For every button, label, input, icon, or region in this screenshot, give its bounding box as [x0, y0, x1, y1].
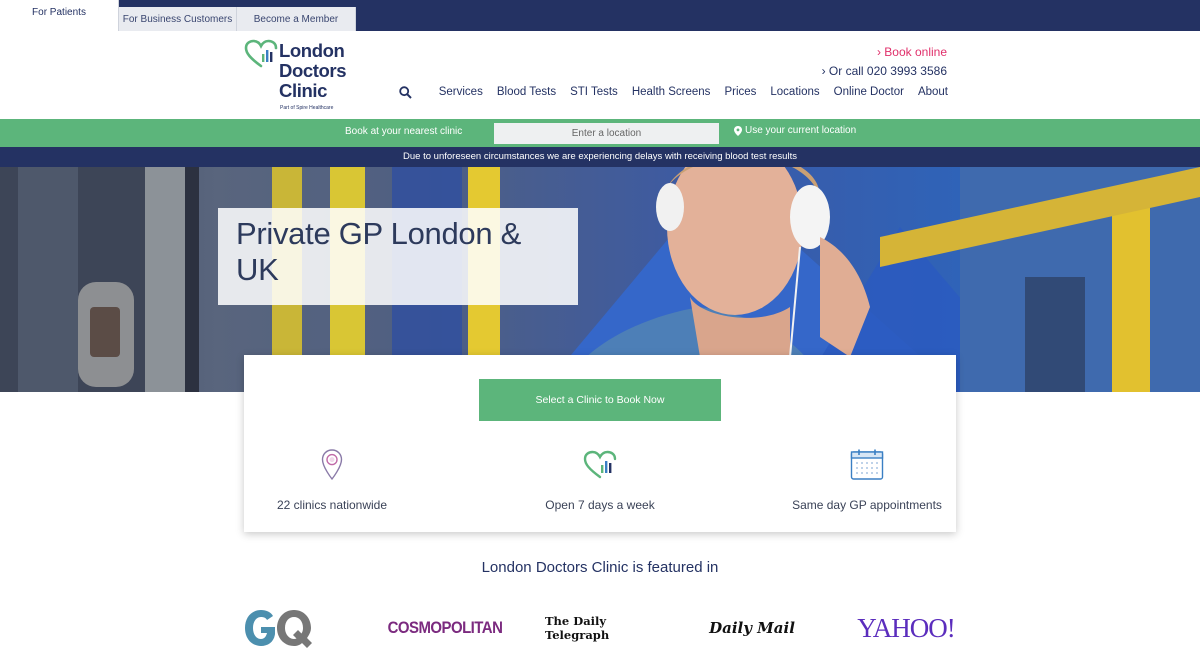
feature-open-days: Open 7 days a week — [480, 447, 720, 512]
logo-line-1: London — [279, 40, 345, 61]
page-title: Private GP London & UK — [236, 216, 521, 287]
feature-clinics: 22 clinics nationwide — [212, 447, 452, 512]
site-header: London Doctors Clinic Part of Spire Heal… — [0, 31, 1200, 119]
press-logo-cosmopolitan: COSMOPOLITAN — [387, 618, 503, 637]
location-input[interactable] — [494, 123, 719, 144]
nav-prices[interactable]: Prices — [724, 86, 756, 98]
location-pin-icon — [734, 125, 742, 136]
feature-same-day: Same day GP appointments — [747, 447, 987, 512]
book-online-link[interactable]: › Book online — [822, 45, 947, 64]
press-logo-daily-mail: Daily Mail — [709, 619, 795, 637]
nav-health-screens[interactable]: Health Screens — [632, 86, 711, 98]
use-current-location-link[interactable]: Use your current location — [734, 125, 856, 136]
logo-line-2: Doctors — [279, 60, 347, 81]
logo-line-3: Clinic — [279, 80, 327, 101]
book-online-label: Book online — [884, 45, 947, 59]
logo-heart-icon — [244, 39, 278, 68]
heart-chart-icon — [480, 447, 720, 483]
use-current-location-label: Use your current location — [745, 125, 857, 136]
logo-wordmark: London Doctors Clinic — [279, 40, 347, 101]
nav-sti-tests[interactable]: STI Tests — [570, 86, 618, 98]
booking-card: Select a Clinic to Book Now 22 clinics n… — [244, 355, 956, 532]
feature-open-days-label: Open 7 days a week — [545, 498, 655, 512]
location-bar-label: Book at your nearest clinic — [345, 126, 463, 137]
header-contact-links: › Book online › Or call 020 3993 3586 — [822, 45, 947, 78]
audience-tabs-bar: For Patients For Business Customers Beco… — [0, 0, 1200, 31]
nav-services[interactable]: Services — [439, 86, 483, 98]
map-pin-icon — [212, 447, 452, 483]
site-logo[interactable]: London Doctors Clinic Part of Spire Heal… — [244, 39, 364, 117]
location-search-bar: Book at your nearest clinic Use your cur… — [0, 119, 1200, 147]
gq-logo-icon — [245, 610, 312, 648]
search-icon[interactable] — [399, 85, 413, 99]
hero-title-box: Private GP London & UK — [218, 208, 578, 305]
call-label: Or call 020 3993 3586 — [828, 64, 947, 78]
feature-same-day-label: Same day GP appointments — [792, 498, 942, 512]
delay-notice: Due to unforeseen circumstances we are e… — [0, 147, 1200, 167]
tab-for-business-customers[interactable]: For Business Customers — [119, 7, 237, 31]
feature-clinics-label: 22 clinics nationwide — [276, 498, 388, 512]
tab-for-patients[interactable]: For Patients — [0, 0, 119, 31]
featured-in-heading: London Doctors Clinic is featured in — [481, 559, 719, 576]
select-clinic-button[interactable]: Select a Clinic to Book Now — [479, 379, 721, 421]
tab-become-a-member[interactable]: Become a Member — [237, 7, 356, 31]
logo-subtitle: Part of Spire Healthcare — [280, 105, 334, 111]
nav-blood-tests[interactable]: Blood Tests — [497, 86, 556, 98]
calendar-icon — [747, 447, 987, 483]
press-logo-telegraph: The Daily Telegraph — [545, 614, 610, 642]
press-logo-yahoo: YAHOO! — [857, 612, 956, 643]
nav-about[interactable]: About — [918, 86, 948, 98]
press-logo-gq — [243, 604, 313, 652]
call-link[interactable]: › Or call 020 3993 3586 — [822, 64, 947, 78]
nav-locations[interactable]: Locations — [770, 86, 819, 98]
main-nav: Services Blood Tests STI Tests Health Sc… — [399, 85, 948, 99]
nav-online-doctor[interactable]: Online Doctor — [834, 86, 904, 98]
